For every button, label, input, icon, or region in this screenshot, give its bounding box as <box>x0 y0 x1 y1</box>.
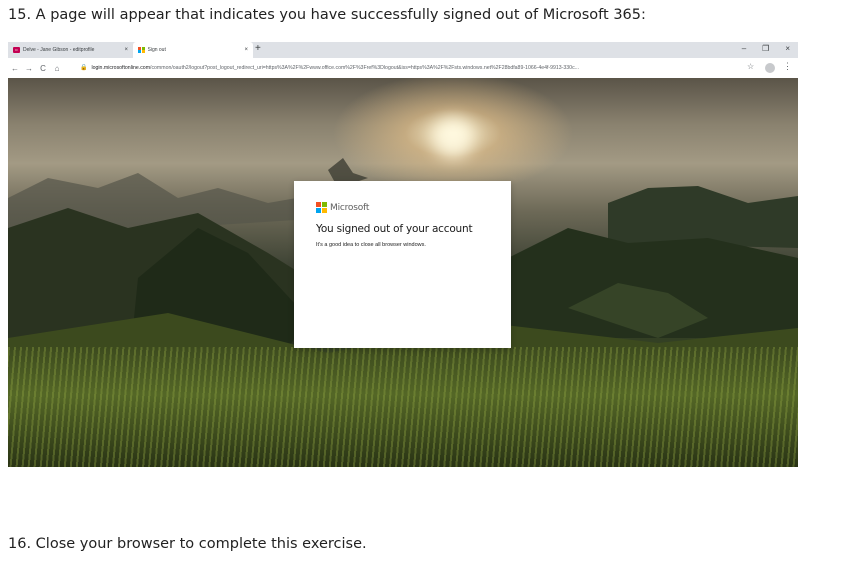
dialog-message: It's a good idea to close all browser wi… <box>316 242 426 248</box>
brand: Microsoft <box>316 202 489 213</box>
dialog-title: You signed out of your account <box>316 223 473 235</box>
menu-kebab-icon[interactable]: ⋮ <box>783 61 792 72</box>
home-button[interactable]: ⌂ <box>50 64 64 73</box>
new-tab-button[interactable]: + <box>255 43 261 54</box>
tab-strip: D Delve - Jane Gibson - editprofile × Si… <box>8 42 798 58</box>
microsoft-logo-icon <box>138 46 145 54</box>
close-tab-icon[interactable]: × <box>124 47 128 53</box>
tab-sign-out[interactable]: Sign out × <box>133 42 253 58</box>
address-path: /common/oauth2/logout?post_logout_redire… <box>150 64 579 71</box>
grass-foreground <box>8 347 798 467</box>
close-window-button[interactable]: × <box>785 44 790 53</box>
page-background: Microsoft You signed out of your account… <box>8 78 798 467</box>
reload-button[interactable]: C <box>36 64 50 73</box>
address-bar[interactable]: 🔒 login.microsoftonline.com /common/oaut… <box>80 61 758 74</box>
restore-button[interactable]: ❐ <box>762 44 769 53</box>
instruction-step-16: 16. Close your browser to complete this … <box>8 536 367 552</box>
minimize-button[interactable]: – <box>742 44 746 53</box>
bookmark-star-icon[interactable]: ☆ <box>747 62 754 71</box>
tab-label: Delve - Jane Gibson - editprofile <box>23 47 95 53</box>
delve-icon: D <box>13 47 20 53</box>
tab-label: Sign out <box>147 47 166 53</box>
forward-button[interactable]: → <box>22 64 36 73</box>
tab-delve[interactable]: D Delve - Jane Gibson - editprofile × <box>8 42 133 58</box>
profile-avatar[interactable] <box>765 63 775 73</box>
browser-toolbar: ← → C ⌂ 🔒 login.microsoftonline.com /com… <box>8 58 798 78</box>
instruction-step-15: 15. A page will appear that indicates yo… <box>8 7 646 23</box>
close-tab-icon[interactable]: × <box>244 47 248 53</box>
browser-window: D Delve - Jane Gibson - editprofile × Si… <box>8 42 798 467</box>
window-controls: – ❐ × <box>742 44 790 53</box>
address-host: login.microsoftonline.com <box>91 64 151 71</box>
sign-out-dialog: Microsoft You signed out of your account… <box>294 181 511 348</box>
back-button[interactable]: ← <box>8 64 22 73</box>
brand-name: Microsoft <box>330 202 370 213</box>
microsoft-logo-icon <box>316 202 327 213</box>
lock-icon: 🔒 <box>80 65 88 71</box>
